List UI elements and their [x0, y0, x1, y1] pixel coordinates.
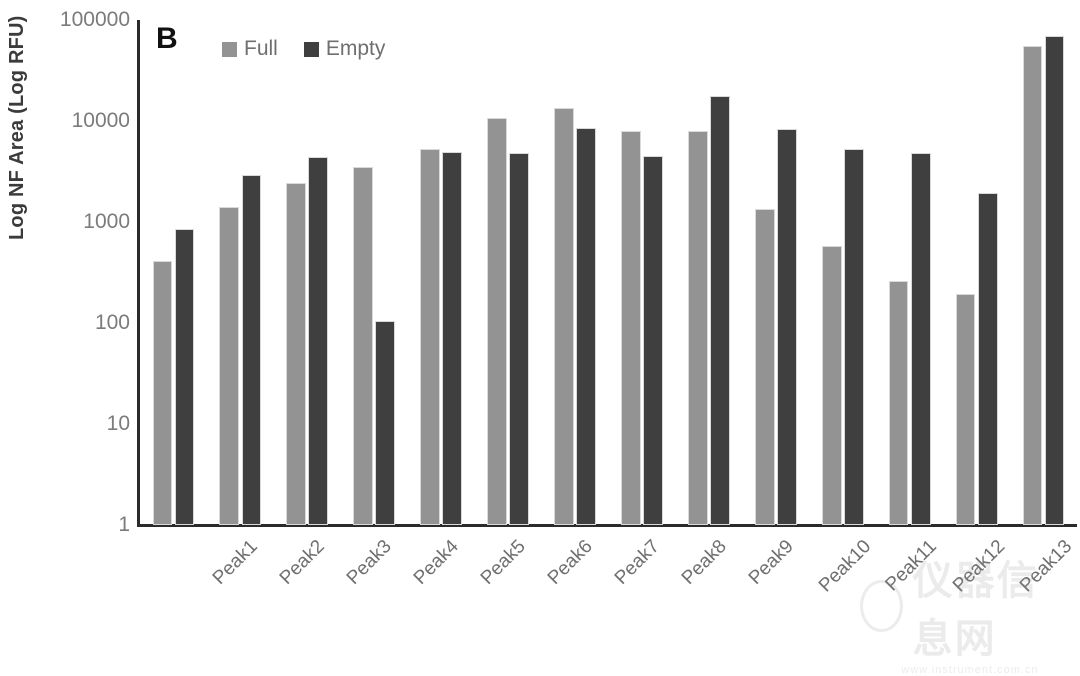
- bar-full-peak12: [888, 281, 909, 525]
- bar-full-peak7: [554, 107, 574, 525]
- bar-empty-total-nf: [1044, 36, 1065, 525]
- x-tick-label: Peak9: [744, 536, 798, 589]
- bar-empty-peak2: [241, 175, 262, 525]
- x-tick-label: Peak11: [881, 536, 941, 596]
- bar-full-peak1: [152, 261, 173, 525]
- chart-container: Log NF Area (Log RFU) 100000 10000 1000 100…: [0, 0, 1080, 676]
- x-tick-label: Peak3: [343, 536, 397, 589]
- x-tick-label: Peak1: [209, 536, 263, 589]
- bar-full-peak8: [621, 131, 641, 525]
- bar-full-peak9: [687, 131, 708, 525]
- bar-empty-peak12: [910, 153, 931, 525]
- bar-empty-peak4: [375, 320, 396, 525]
- y-tick-label: 1: [118, 513, 130, 536]
- bar-empty-peak13: [977, 192, 998, 525]
- bar-full-peak4: [353, 167, 374, 525]
- x-tick-label: Peak7: [610, 536, 664, 589]
- bar-empty-peak3: [308, 157, 329, 525]
- x-axis-tick-labels: Peak1 Peak2 Peak3 Peak4 Peak5 Peak6 Peak7 Peak8…: [140, 528, 1077, 622]
- bar-empty-peak1: [174, 228, 195, 525]
- x-tick-label: Peak6: [543, 536, 597, 589]
- bar-full-peak2: [219, 207, 240, 525]
- bar-full-total-nf: [1022, 46, 1043, 525]
- bar-full-peak5: [420, 148, 440, 525]
- bar-full-peak6: [487, 118, 507, 525]
- y-tick-label: 10: [106, 412, 130, 435]
- bar-empty-peak8: [643, 156, 663, 525]
- y-tick-label: 100: [94, 311, 130, 334]
- x-tick-label: Peak2: [276, 536, 330, 589]
- x-tick-label: Peak13: [1015, 536, 1076, 597]
- bar-empty-peak10: [776, 128, 797, 525]
- y-tick-label: 1000: [83, 210, 130, 233]
- x-tick-label: Peak10: [814, 536, 876, 597]
- y-tick-label: 100000: [59, 8, 130, 31]
- bar-empty-peak7: [576, 127, 596, 525]
- bar-empty-peak9: [710, 95, 730, 525]
- bar-empty-peak11: [843, 148, 864, 525]
- bar-full-peak10: [754, 208, 775, 525]
- plot-area: [140, 20, 1077, 525]
- bar-empty-peak5: [442, 152, 463, 525]
- y-axis-tick-labels: 100000 10000 1000 100 10 1: [0, 0, 130, 622]
- x-tick-label: Peak8: [677, 536, 731, 589]
- watermark-subtext: www.instrument.com.cn: [901, 664, 1039, 676]
- bar-empty-peak6: [509, 152, 529, 525]
- bar-full-peak11: [821, 245, 842, 525]
- bar-full-peak3: [286, 182, 307, 525]
- y-tick-label: 10000: [71, 109, 130, 132]
- x-tick-label: Peak4: [410, 536, 463, 589]
- x-tick-label: Peak12: [948, 536, 1009, 597]
- x-tick-label: Peak5: [476, 536, 530, 589]
- bar-full-peak13: [955, 293, 976, 525]
